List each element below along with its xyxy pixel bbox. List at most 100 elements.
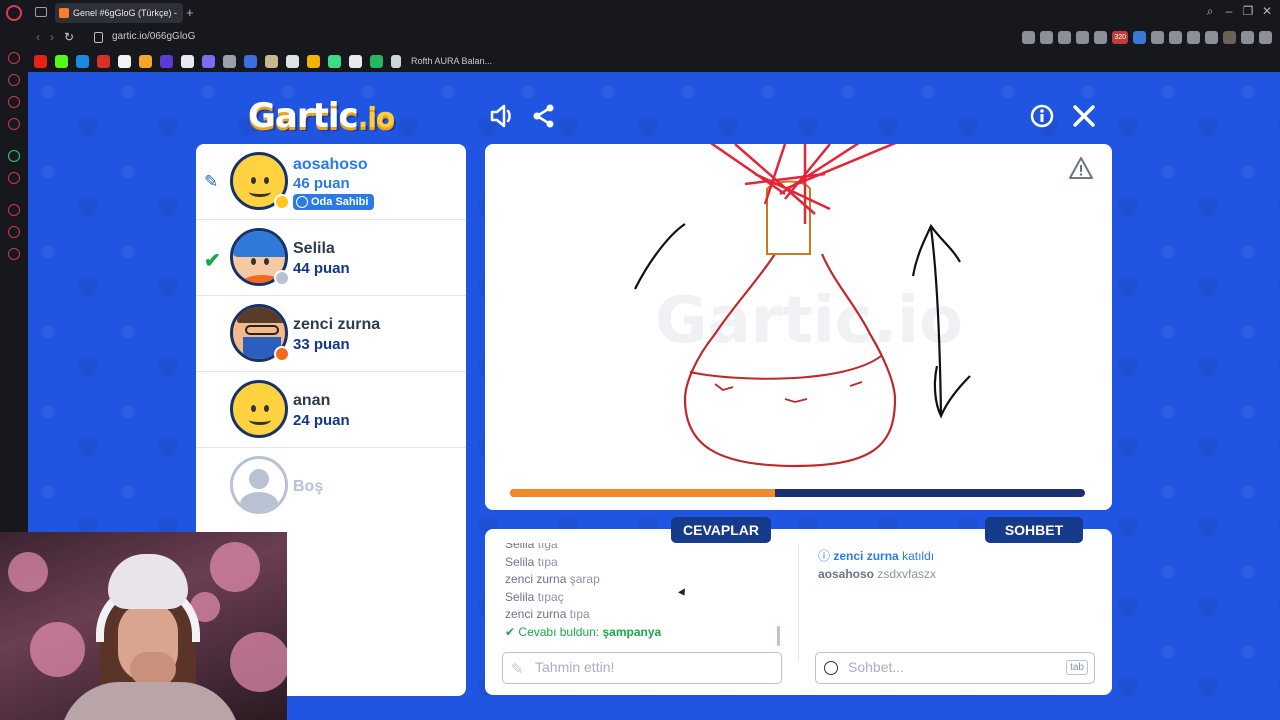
room-owner-badge: Oda Sahibi	[293, 194, 375, 210]
player-name: Selila	[293, 240, 335, 257]
answers-scrollbar[interactable]	[777, 626, 780, 646]
messenger-icon[interactable]	[8, 118, 20, 130]
drawing-canvas[interactable]: Gartic.io	[485, 144, 1112, 510]
chat-input-box[interactable]: tab	[815, 652, 1095, 684]
instagram-icon[interactable]	[8, 172, 20, 184]
play-icon[interactable]	[1076, 31, 1090, 44]
forward-icon[interactable]: ›	[50, 30, 54, 44]
tab-overview-icon[interactable]	[35, 7, 47, 17]
pencil-icon: ✎	[204, 172, 219, 191]
player-row: ✔ Selila 44 puan	[196, 220, 466, 296]
gartic-logo: Gartic.io	[248, 96, 395, 136]
url-field[interactable]: gartic.io/066gGloG	[112, 31, 195, 42]
history-icon[interactable]	[8, 204, 20, 216]
chat-message: aosahoso zsdxvfaszx	[818, 567, 937, 581]
list-item: Selila tıpaç	[505, 589, 564, 604]
found-answer: ✔ Cevabı buldun: şampanya	[505, 624, 662, 639]
bookmark-hat-icon[interactable]	[265, 54, 278, 68]
bookmark-doc-icon[interactable]	[181, 54, 194, 68]
snapshot-icon[interactable]	[1040, 31, 1054, 44]
tab-title: Genel #6gGloG (Türkçe) -	[73, 8, 178, 18]
puzzle-icon[interactable]	[1205, 31, 1218, 44]
answers-chat-panel: CEVAPLAR SOHBET Selila tıga Selila tıpa …	[485, 517, 1112, 695]
bookmark-coin-icon[interactable]	[139, 54, 152, 68]
restore-button[interactable]: ❐	[1241, 4, 1255, 20]
bookmark-folder-icon[interactable]	[307, 54, 320, 68]
tab-chat[interactable]: SOHBET	[985, 517, 1083, 543]
share-icon[interactable]	[530, 102, 558, 130]
back-icon[interactable]: ‹	[36, 30, 40, 44]
tab-answers[interactable]: CEVAPLAR	[671, 517, 771, 543]
answers-list: Selila tıga Selila tıpa zenci zurna şara…	[505, 543, 785, 653]
bookmark-purple-icon[interactable]	[160, 54, 173, 68]
browser-sidebar	[0, 26, 28, 536]
report-warning-icon[interactable]	[1068, 156, 1094, 180]
android-bookmark-icon[interactable]	[328, 54, 341, 68]
eyedropper-icon[interactable]	[1187, 31, 1200, 44]
search-tabs-icon[interactable]: ⌕	[1203, 4, 1217, 20]
guess-input-box[interactable]: ✎	[502, 652, 782, 684]
wifi-ext-icon[interactable]	[1133, 31, 1146, 44]
alarm-icon[interactable]	[1169, 31, 1182, 44]
opera-menu-icon[interactable]	[6, 5, 22, 21]
empty-slot-label: Boş	[293, 478, 324, 495]
gif-bookmark-icon[interactable]	[244, 54, 257, 68]
player-row: ✎ aosahoso 46 puan Oda Sahibi	[196, 144, 466, 220]
reload-icon[interactable]: ↻	[64, 30, 74, 44]
timer-progress-bar	[510, 489, 1085, 497]
new-tab-button[interactable]: +	[186, 4, 196, 22]
bookmark-circle-icon[interactable]	[202, 54, 215, 68]
guess-input[interactable]	[535, 659, 765, 675]
bookmark-label[interactable]: Rofth AURA Balan...	[411, 56, 492, 66]
timer-progress-fill	[510, 489, 775, 497]
navigation-buttons: ‹ › ↻	[36, 30, 84, 44]
cube-icon[interactable]	[1058, 31, 1072, 44]
list-item: zenci zurna şarap	[505, 572, 600, 586]
status-dot	[274, 194, 290, 210]
player-row: anan 24 puan	[196, 372, 466, 448]
heart-icon[interactable]	[1094, 31, 1108, 44]
tab-key-hint: tab	[1066, 660, 1088, 675]
close-window-button[interactable]: ✕	[1260, 4, 1274, 20]
bookmark-page-icon[interactable]	[349, 54, 362, 68]
download-icon[interactable]	[1241, 31, 1254, 44]
pin-icon[interactable]	[1022, 31, 1036, 44]
bookmark-game-icon[interactable]	[223, 54, 236, 68]
lock-icon[interactable]	[94, 32, 103, 43]
check-icon: ✔	[505, 624, 516, 639]
aria-icon[interactable]	[8, 74, 20, 86]
chat-input[interactable]	[848, 659, 1048, 675]
ext-badge-icon[interactable]: 320	[1112, 31, 1128, 44]
bookmark-green-icon[interactable]	[370, 54, 383, 68]
player-score: 24 puan	[293, 412, 350, 429]
chat-join-message: ⓘ zenci zurna katıldı	[818, 549, 935, 563]
settings-icon[interactable]	[8, 248, 20, 260]
whatsapp-icon[interactable]	[8, 150, 20, 162]
browser-tab-active[interactable]: Genel #6gGloG (Türkçe) -	[55, 3, 183, 23]
news-icon[interactable]	[8, 96, 20, 108]
kick-bookmark-icon[interactable]	[55, 54, 68, 68]
speed-dial-icon[interactable]	[8, 52, 20, 64]
vpn-icon[interactable]	[1151, 31, 1164, 44]
sound-icon[interactable]	[488, 102, 516, 130]
browser-tab-bar: Genel #6gGloG (Türkçe) - + ⌕ – ❐ ✕	[0, 0, 1280, 26]
bookmark-u-icon[interactable]	[76, 54, 89, 68]
player-name: anan	[293, 392, 331, 409]
close-game-icon[interactable]	[1070, 102, 1098, 130]
status-dot	[274, 346, 290, 362]
youtube-bookmark-icon[interactable]	[34, 54, 47, 68]
check-icon: ✔	[204, 250, 221, 272]
bookmark-s-icon[interactable]	[391, 54, 401, 68]
gmail-bookmark-icon[interactable]	[97, 54, 110, 68]
player-score: 44 puan	[293, 260, 350, 277]
menu-icon[interactable]	[1259, 31, 1272, 44]
profile-avatar[interactable]	[1223, 31, 1236, 44]
minimize-button[interactable]: –	[1222, 4, 1236, 20]
bookmark-shield-icon[interactable]	[118, 54, 131, 68]
extensions-icon[interactable]	[8, 226, 20, 238]
player-score: 33 puan	[293, 336, 350, 353]
panel-divider	[798, 543, 799, 661]
bookmark-building-icon[interactable]	[286, 54, 299, 68]
status-dot	[274, 270, 290, 286]
info-icon[interactable]	[1028, 102, 1056, 130]
